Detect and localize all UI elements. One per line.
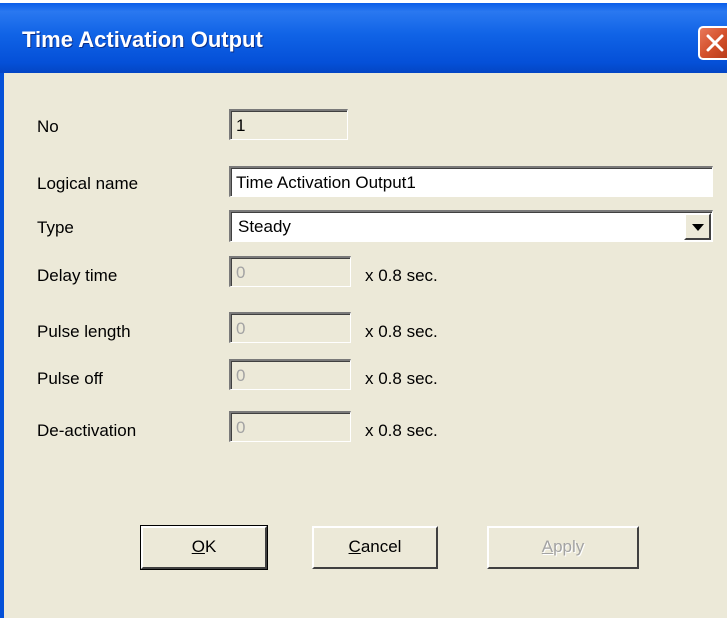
type-label: Type bbox=[37, 218, 74, 237]
delay-time-unit: x 0.8 sec. bbox=[365, 266, 438, 285]
apply-mnemonic: A bbox=[541, 537, 554, 556]
logical-name-input[interactable]: Time Activation Output1 bbox=[229, 166, 713, 197]
apply-button[interactable]: Apply bbox=[487, 526, 639, 569]
pulse-length-input: 0 bbox=[229, 312, 351, 343]
no-field: 1 bbox=[229, 109, 348, 140]
chevron-down-icon bbox=[692, 224, 704, 231]
pulse-off-unit: x 0.8 sec. bbox=[365, 369, 438, 388]
deactivation-label: De-activation bbox=[37, 421, 137, 440]
pulse-off-label: Pulse off bbox=[37, 369, 103, 388]
ok-label-rest: K bbox=[204, 537, 217, 556]
dialog-window: Time Activation Output No 1 Logical name… bbox=[0, 0, 727, 618]
title-bar[interactable]: Time Activation Output bbox=[0, 0, 727, 73]
delay-time-label: Delay time bbox=[37, 266, 118, 285]
cancel-mnemonic: C bbox=[348, 537, 361, 556]
cancel-label-rest: ancel bbox=[360, 537, 402, 556]
pulse-length-label: Pulse length bbox=[37, 322, 131, 341]
pulse-length-unit: x 0.8 sec. bbox=[365, 322, 438, 341]
window-left-border bbox=[0, 73, 4, 618]
deactivation-input: 0 bbox=[229, 411, 351, 442]
ok-mnemonic: O bbox=[191, 537, 205, 556]
apply-label-rest: pply bbox=[553, 537, 585, 556]
delay-time-input: 0 bbox=[229, 256, 351, 287]
window-title: Time Activation Output bbox=[22, 27, 263, 52]
pulse-off-input: 0 bbox=[229, 359, 351, 390]
type-select[interactable]: Steady bbox=[229, 210, 713, 242]
logical-name-label: Logical name bbox=[37, 174, 139, 193]
cancel-button[interactable]: Cancel bbox=[312, 526, 438, 569]
no-label: No bbox=[37, 117, 59, 136]
type-dropdown-button[interactable] bbox=[684, 213, 711, 240]
close-x-icon bbox=[706, 34, 724, 52]
type-selected-value: Steady bbox=[238, 217, 291, 236]
deactivation-unit: x 0.8 sec. bbox=[365, 421, 438, 440]
close-button[interactable] bbox=[698, 26, 727, 60]
ok-button[interactable]: OK bbox=[140, 525, 268, 570]
